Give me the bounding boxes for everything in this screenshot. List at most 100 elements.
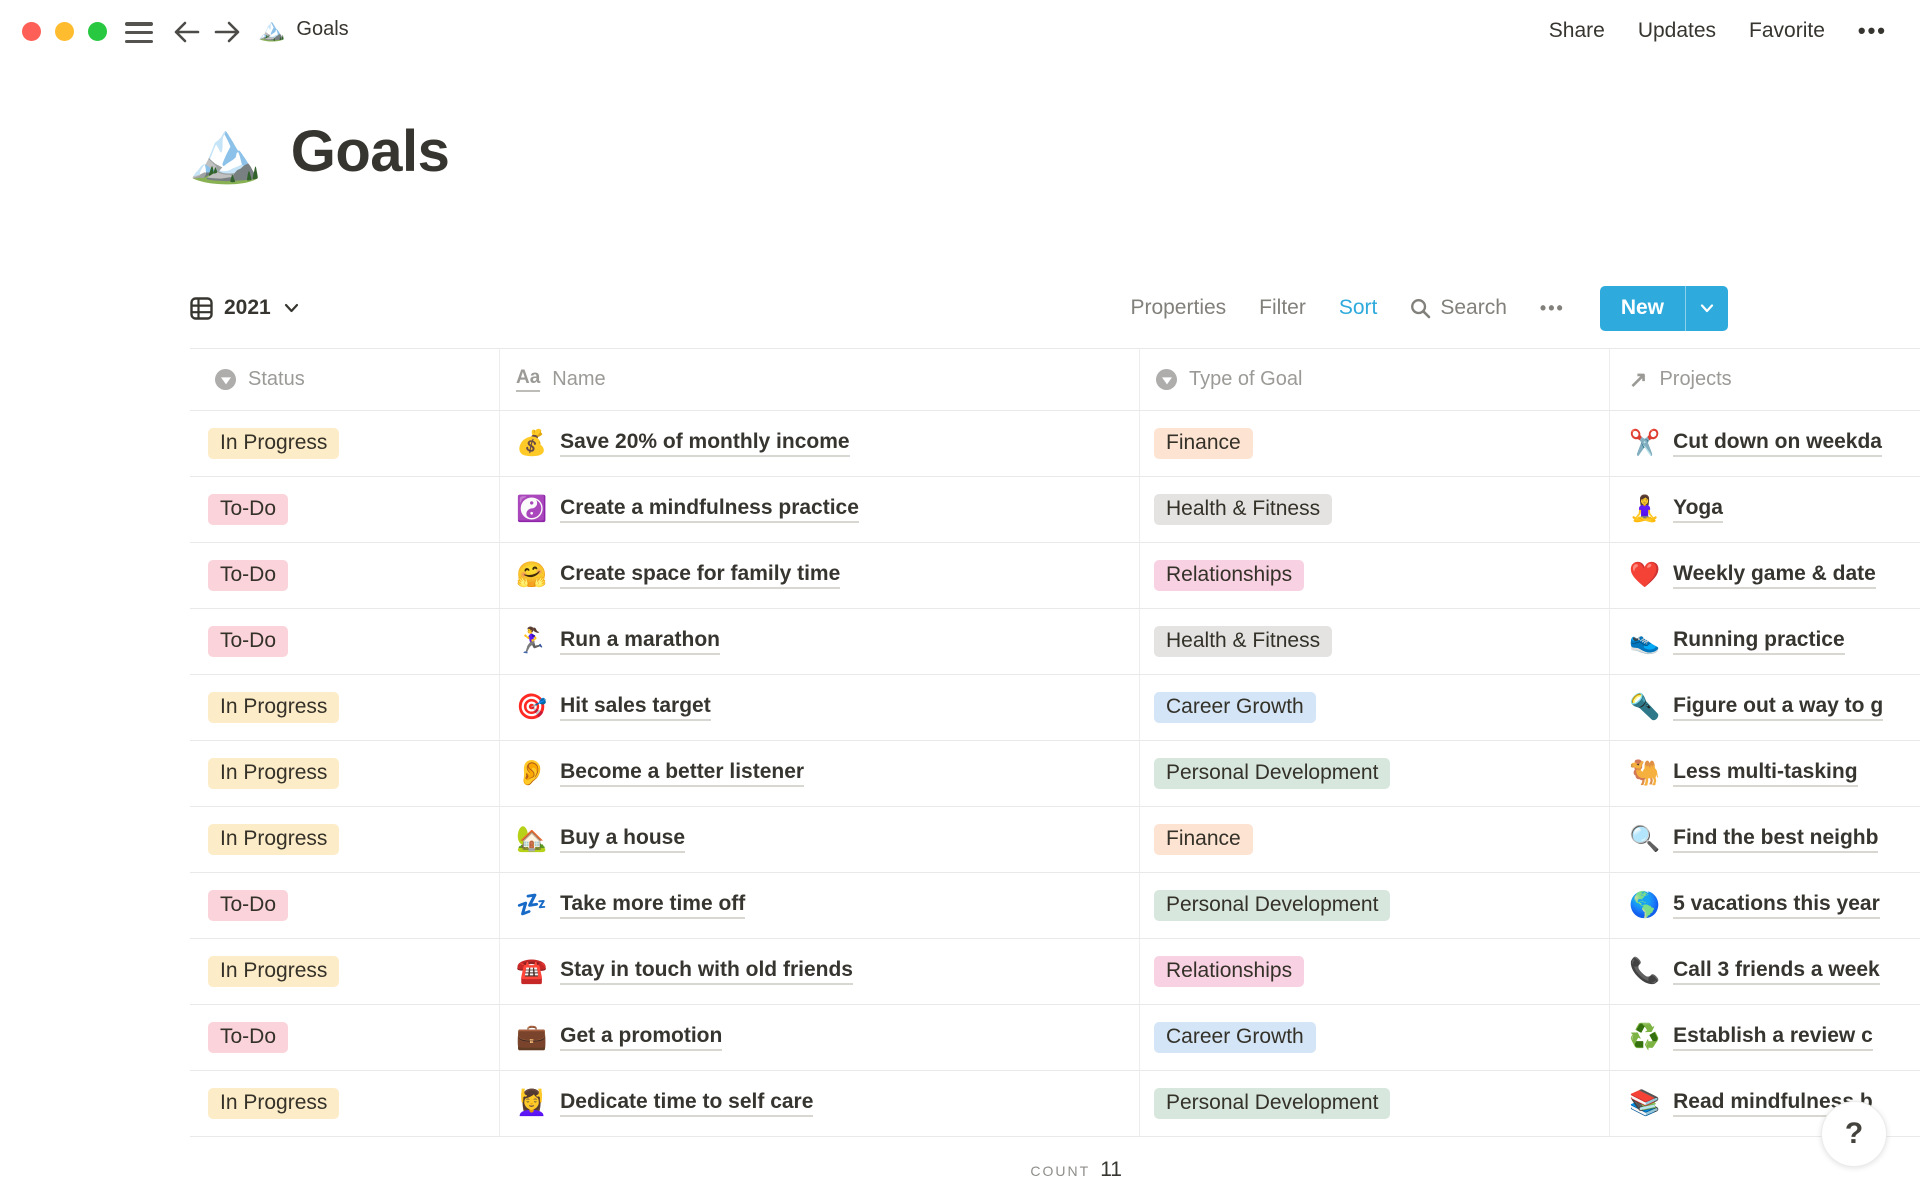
name-cell[interactable]: ☯️ Create a mindfulness practice — [500, 477, 1140, 542]
sort-button[interactable]: Sort — [1339, 296, 1378, 320]
new-button-label[interactable]: New — [1600, 286, 1685, 331]
projects-cell[interactable]: 📞 Call 3 friends a week — [1610, 939, 1920, 1004]
breadcrumb[interactable]: 🏔️ Goals — [258, 18, 349, 41]
project-link[interactable]: Running practice — [1673, 628, 1845, 655]
properties-button[interactable]: Properties — [1130, 296, 1226, 320]
goal-name-link[interactable]: Save 20% of monthly income — [560, 430, 850, 457]
type-of-goal-cell[interactable]: Career Growth — [1140, 1005, 1610, 1070]
project-link[interactable]: Cut down on weekda — [1673, 430, 1882, 457]
name-cell[interactable]: 💰 Save 20% of monthly income — [500, 411, 1140, 476]
project-link[interactable]: Figure out a way to g — [1673, 694, 1884, 721]
goal-name-link[interactable]: Get a promotion — [560, 1024, 723, 1051]
projects-cell[interactable]: 🌎 5 vacations this year — [1610, 873, 1920, 938]
name-cell[interactable]: 💤 Take more time off — [500, 873, 1140, 938]
goal-emoji-icon: 🏃‍♀️ — [516, 627, 548, 655]
new-button[interactable]: New — [1599, 285, 1728, 331]
type-of-goal-cell[interactable]: Health & Fitness — [1140, 477, 1610, 542]
column-header-projects[interactable]: ↗ Projects — [1610, 349, 1920, 410]
toolbar-more-icon[interactable]: ••• — [1540, 298, 1565, 319]
page-title[interactable]: Goals — [291, 118, 450, 185]
type-of-goal-cell[interactable]: Personal Development — [1140, 1071, 1610, 1136]
type-of-goal-cell[interactable]: Finance — [1140, 807, 1610, 872]
page-icon[interactable]: 🏔️ — [188, 121, 263, 182]
close-window-button[interactable] — [22, 22, 41, 41]
projects-cell[interactable]: ♻️ Establish a review c — [1610, 1005, 1920, 1070]
status-cell[interactable]: To-Do — [190, 1005, 500, 1070]
project-link[interactable]: Call 3 friends a week — [1673, 958, 1880, 985]
table-footer: COUNT 11 — [500, 1158, 1122, 1182]
minimize-window-button[interactable] — [55, 22, 74, 41]
type-of-goal-cell[interactable]: Relationships — [1140, 543, 1610, 608]
goal-name-link[interactable]: Create a mindfulness practice — [560, 496, 859, 523]
type-of-goal-cell[interactable]: Health & Fitness — [1140, 609, 1610, 674]
favorite-button[interactable]: Favorite — [1749, 19, 1825, 43]
status-badge: To-Do — [208, 494, 289, 525]
name-cell[interactable]: 🏡 Buy a house — [500, 807, 1140, 872]
status-cell[interactable]: In Progress — [190, 1071, 500, 1136]
name-cell[interactable]: 💆‍♀️ Dedicate time to self care — [500, 1071, 1140, 1136]
goal-name-link[interactable]: Buy a house — [560, 826, 686, 853]
name-cell[interactable]: 🤗 Create space for family time — [500, 543, 1140, 608]
column-header-label: Status — [248, 368, 305, 390]
goal-name-link[interactable]: Take more time off — [560, 892, 746, 919]
name-cell[interactable]: 🎯 Hit sales target — [500, 675, 1140, 740]
projects-cell[interactable]: 👟 Running practice — [1610, 609, 1920, 674]
project-emoji-icon: 🔦 — [1629, 693, 1661, 721]
goal-emoji-icon: 🤗 — [516, 561, 548, 589]
zoom-window-button[interactable] — [88, 22, 107, 41]
type-of-goal-cell[interactable]: Personal Development — [1140, 741, 1610, 806]
status-cell[interactable]: To-Do — [190, 477, 500, 542]
forward-button[interactable] — [212, 16, 244, 48]
projects-cell[interactable]: ❤️ Weekly game & date — [1610, 543, 1920, 608]
projects-cell[interactable]: ✂️ Cut down on weekda — [1610, 411, 1920, 476]
sidebar-menu-icon[interactable] — [125, 22, 153, 43]
status-cell[interactable]: In Progress — [190, 939, 500, 1004]
projects-cell[interactable]: 🔍 Find the best neighb — [1610, 807, 1920, 872]
project-link[interactable]: Find the best neighb — [1673, 826, 1879, 853]
project-link[interactable]: Yoga — [1673, 496, 1723, 523]
projects-cell[interactable]: 🐫 Less multi-tasking — [1610, 741, 1920, 806]
goal-name-link[interactable]: Run a marathon — [560, 628, 720, 655]
type-of-goal-cell[interactable]: Finance — [1140, 411, 1610, 476]
name-cell[interactable]: 👂 Become a better listener — [500, 741, 1140, 806]
type-of-goal-cell[interactable]: Career Growth — [1140, 675, 1610, 740]
goal-name-link[interactable]: Create space for family time — [560, 562, 841, 589]
goal-emoji-icon: 💆‍♀️ — [516, 1089, 548, 1117]
status-cell[interactable]: To-Do — [190, 543, 500, 608]
more-options-icon[interactable]: ••• — [1858, 18, 1887, 44]
goal-name-link[interactable]: Stay in touch with old friends — [560, 958, 853, 985]
goal-name-link[interactable]: Become a better listener — [560, 760, 805, 787]
goal-name-link[interactable]: Dedicate time to self care — [560, 1090, 814, 1117]
column-header-name[interactable]: Aa Name — [500, 349, 1140, 410]
back-button[interactable] — [170, 16, 202, 48]
column-header-status[interactable]: Status — [190, 349, 500, 410]
status-cell[interactable]: In Progress — [190, 675, 500, 740]
projects-cell[interactable]: 🔦 Figure out a way to g — [1610, 675, 1920, 740]
name-cell[interactable]: ☎️ Stay in touch with old friends — [500, 939, 1140, 1004]
help-button[interactable]: ? — [1821, 1101, 1887, 1167]
project-link[interactable]: 5 vacations this year — [1673, 892, 1880, 919]
status-badge: In Progress — [208, 428, 340, 459]
status-cell[interactable]: To-Do — [190, 609, 500, 674]
status-cell[interactable]: In Progress — [190, 807, 500, 872]
status-cell[interactable]: In Progress — [190, 411, 500, 476]
updates-button[interactable]: Updates — [1638, 19, 1716, 43]
new-dropdown-chevron-icon[interactable] — [1686, 286, 1728, 331]
projects-cell[interactable]: 🧘‍♀️ Yoga — [1610, 477, 1920, 542]
project-link[interactable]: Less multi-tasking — [1673, 760, 1858, 787]
status-cell[interactable]: To-Do — [190, 873, 500, 938]
share-button[interactable]: Share — [1549, 19, 1605, 43]
name-cell[interactable]: 🏃‍♀️ Run a marathon — [500, 609, 1140, 674]
status-badge: To-Do — [208, 560, 289, 591]
project-link[interactable]: Weekly game & date — [1673, 562, 1876, 589]
name-cell[interactable]: 💼 Get a promotion — [500, 1005, 1140, 1070]
view-switcher[interactable]: 2021 — [190, 296, 299, 320]
project-link[interactable]: Establish a review c — [1673, 1024, 1873, 1051]
column-header-type-of-goal[interactable]: Type of Goal — [1140, 349, 1610, 410]
type-of-goal-cell[interactable]: Personal Development — [1140, 873, 1610, 938]
status-cell[interactable]: In Progress — [190, 741, 500, 806]
type-of-goal-cell[interactable]: Relationships — [1140, 939, 1610, 1004]
goal-name-link[interactable]: Hit sales target — [560, 694, 711, 721]
filter-button[interactable]: Filter — [1259, 296, 1306, 320]
search-button[interactable]: Search — [1410, 296, 1507, 320]
